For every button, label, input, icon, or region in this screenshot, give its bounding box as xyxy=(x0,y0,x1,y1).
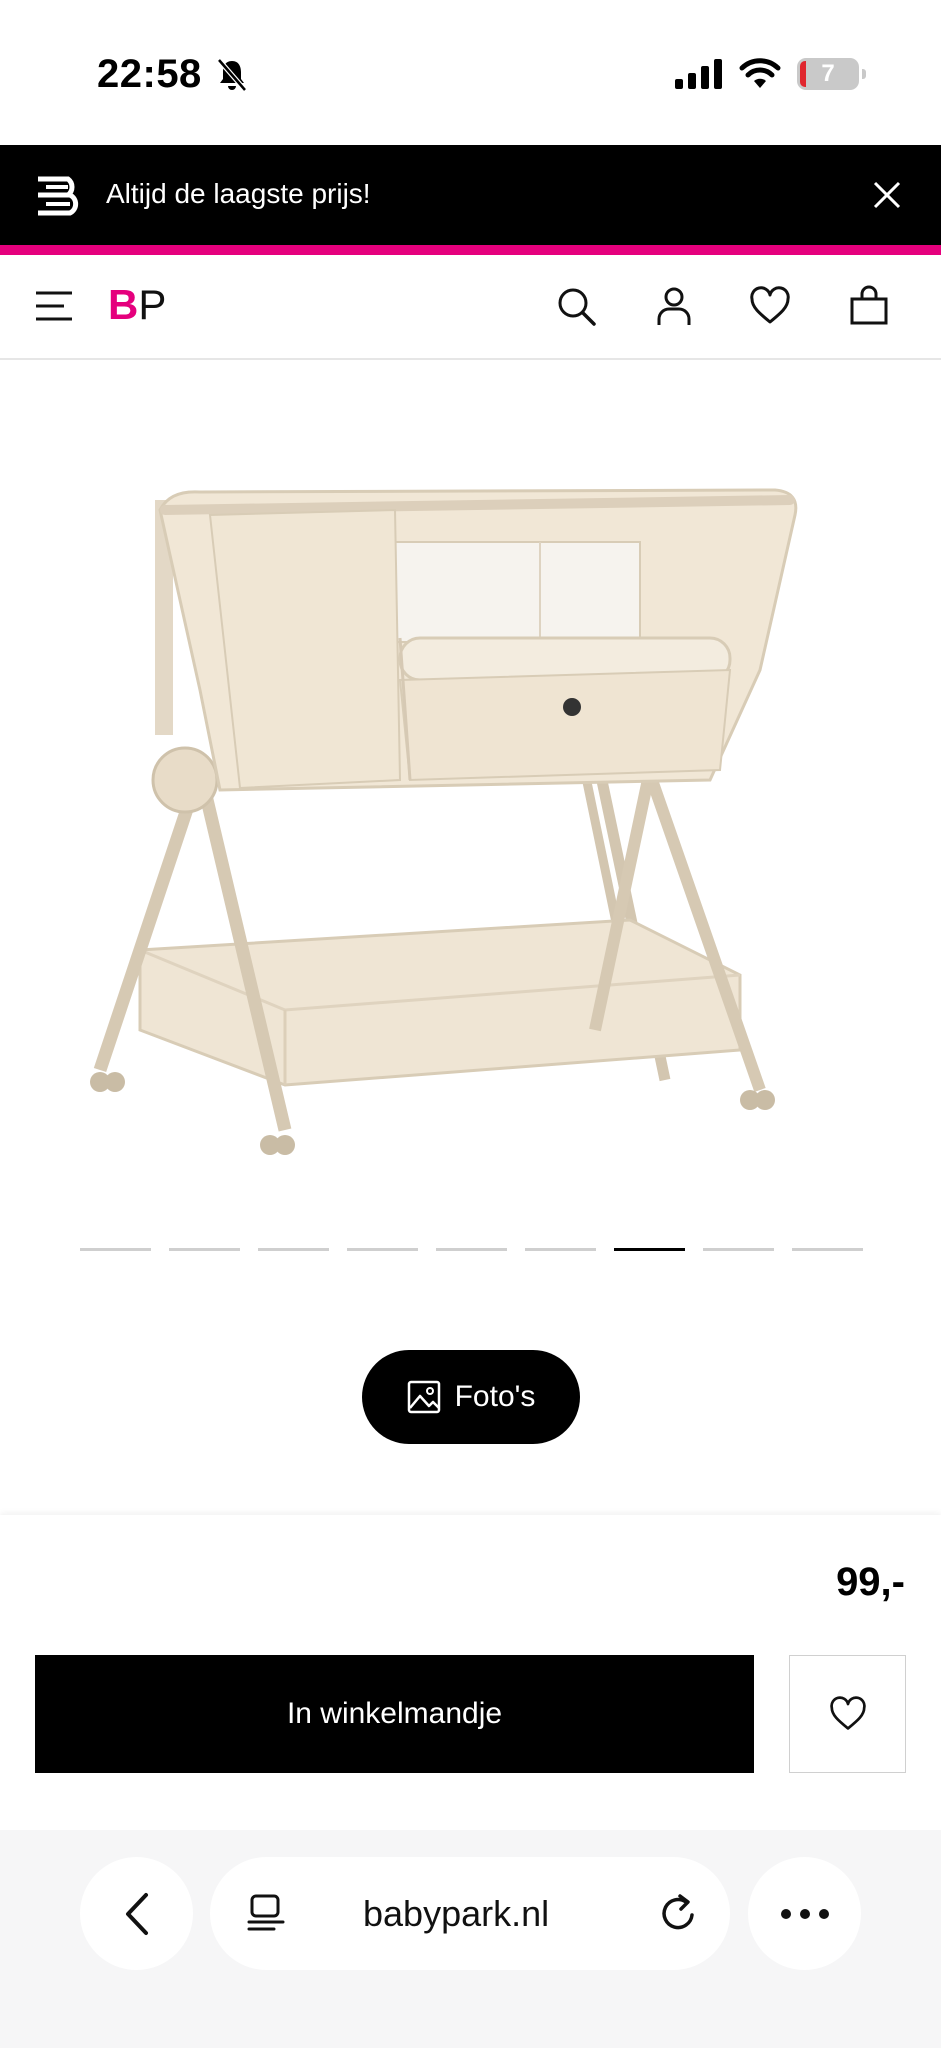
wishlist-button[interactable] xyxy=(789,1655,906,1773)
back-button[interactable] xyxy=(80,1857,193,1970)
gallery-pagination xyxy=(80,1248,863,1251)
image-icon xyxy=(407,1380,440,1414)
gallery-dot[interactable] xyxy=(792,1248,863,1251)
promo-text: Altijd de laagste prijs! xyxy=(106,178,371,209)
site-logo[interactable]: BP xyxy=(108,281,166,328)
more-dots-icon xyxy=(780,1908,829,1919)
promo-accent-line xyxy=(0,245,941,255)
address-bar[interactable]: babypark.nl xyxy=(210,1857,730,1970)
gallery-dot[interactable] xyxy=(169,1248,240,1251)
gallery-dot[interactable] xyxy=(525,1248,596,1251)
photos-button-label: Foto's xyxy=(454,1380,536,1413)
more-options-button[interactable] xyxy=(748,1857,861,1970)
status-time: 22:58 xyxy=(97,52,202,96)
gallery-dot[interactable] xyxy=(258,1248,329,1251)
gallery-dot[interactable] xyxy=(436,1248,507,1251)
wifi-icon xyxy=(739,58,781,88)
search-icon[interactable] xyxy=(555,285,597,327)
product-gallery[interactable] xyxy=(0,360,941,1260)
battery-level: 7 xyxy=(821,60,835,87)
browser-toolbar: babypark.nl xyxy=(0,1830,941,2048)
close-icon[interactable] xyxy=(867,175,907,215)
url-text: babypark.nl xyxy=(363,1893,550,1934)
bell-muted-icon xyxy=(217,58,247,92)
account-icon[interactable] xyxy=(653,285,695,327)
heart-icon xyxy=(829,1696,866,1730)
signal-icon xyxy=(675,59,722,89)
main-nav: BP xyxy=(0,255,941,360)
heart-icon[interactable] xyxy=(749,285,791,327)
status-bar: 22:58 7 xyxy=(0,0,941,145)
gallery-dot-active[interactable] xyxy=(614,1248,685,1251)
status-indicators: 7 xyxy=(675,58,866,90)
reader-icon[interactable] xyxy=(246,1893,286,1933)
gallery-dot[interactable] xyxy=(347,1248,418,1251)
battery-indicator: 7 xyxy=(797,58,866,90)
add-to-cart-button[interactable]: In winkelmandje xyxy=(35,1655,754,1773)
babypark-b-icon xyxy=(38,176,79,216)
product-price: 99,- xyxy=(836,1560,905,1604)
gallery-dot[interactable] xyxy=(703,1248,774,1251)
shopping-bag-icon[interactable] xyxy=(848,285,890,327)
chevron-left-icon xyxy=(125,1892,148,1935)
menu-icon[interactable] xyxy=(34,288,74,324)
gallery-dot[interactable] xyxy=(80,1248,151,1251)
promo-banner: Altijd de laagste prijs! xyxy=(0,145,941,245)
product-image-bedside-crib[interactable] xyxy=(70,470,870,1190)
photos-button[interactable]: Foto's xyxy=(362,1350,580,1444)
reload-icon[interactable] xyxy=(656,1891,700,1935)
